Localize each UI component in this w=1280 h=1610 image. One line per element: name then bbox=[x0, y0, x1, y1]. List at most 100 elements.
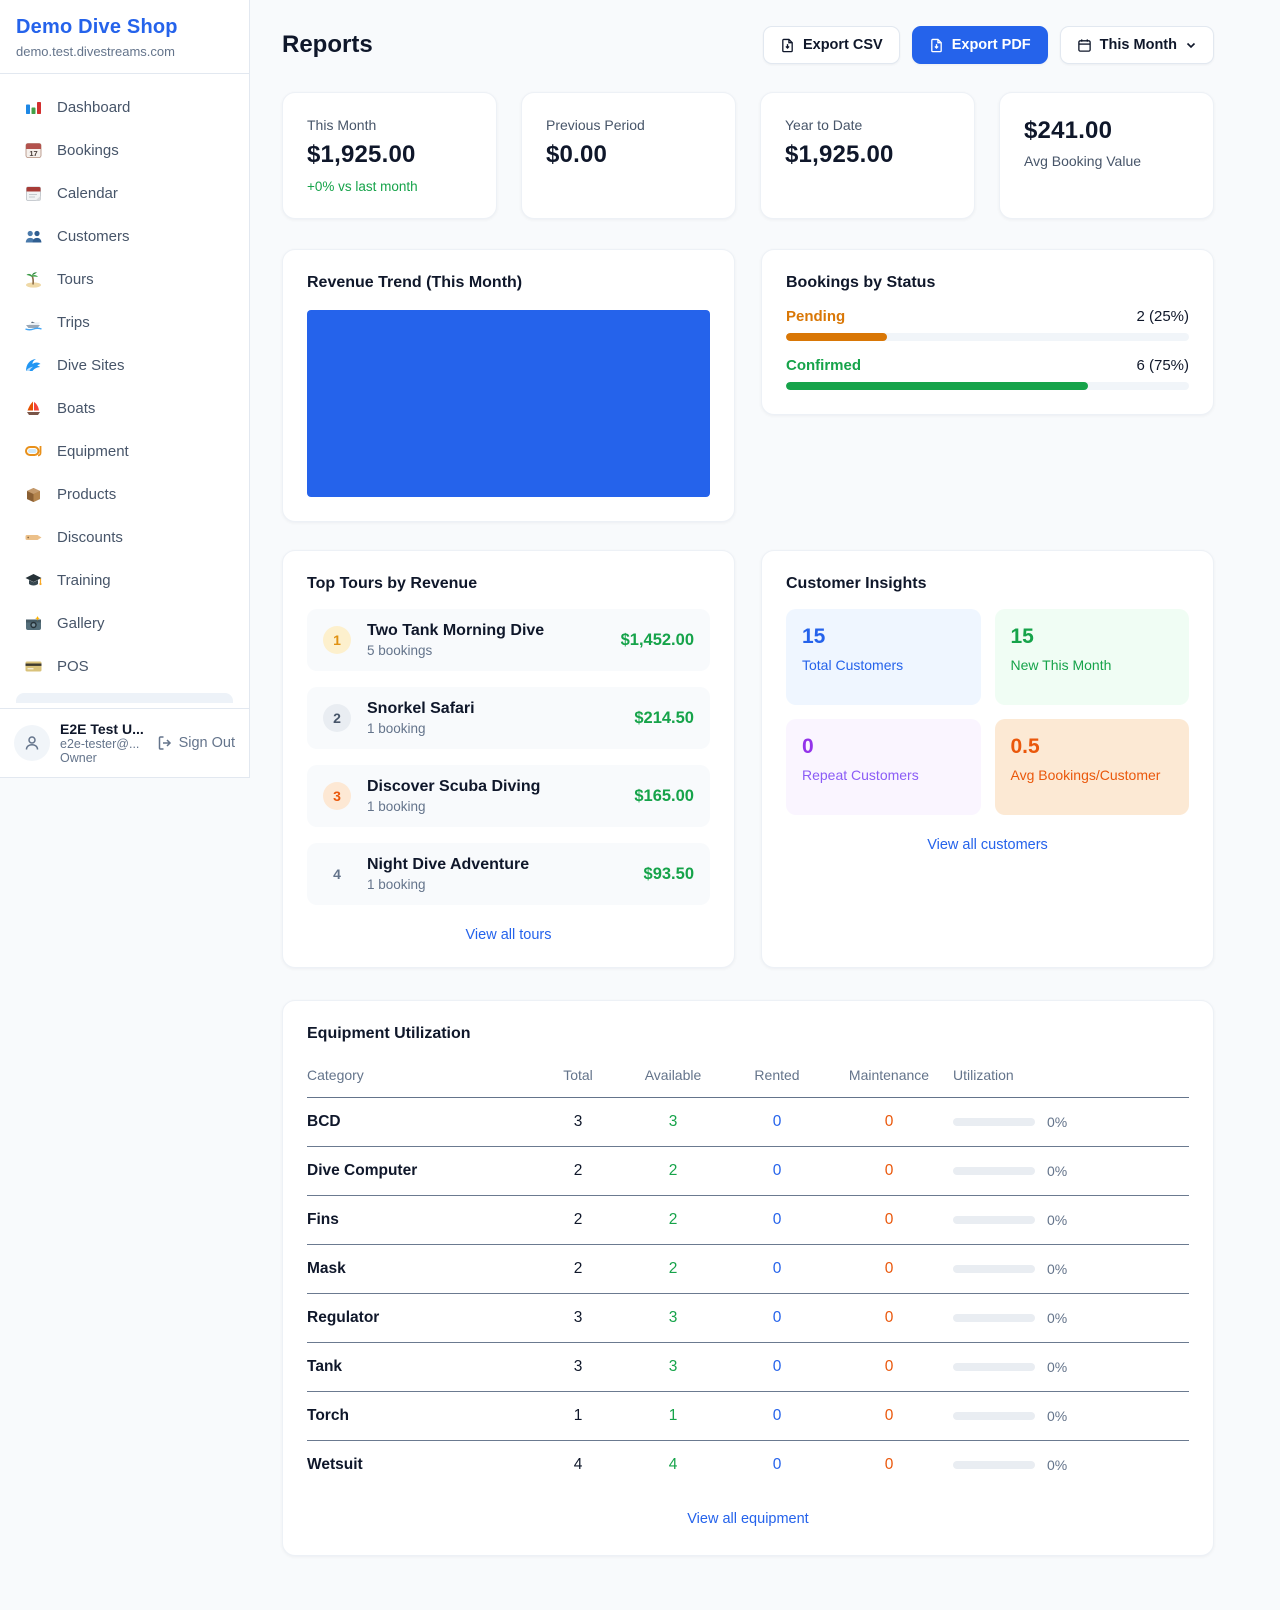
tour-row[interactable]: 1 Two Tank Morning Dive 5 bookings $1,45… bbox=[307, 609, 710, 671]
utilization-bar bbox=[953, 1412, 1035, 1420]
view-all-tours-link[interactable]: View all tours bbox=[307, 927, 710, 943]
sidebar-item-boats[interactable]: Boats bbox=[12, 387, 237, 430]
sidebar-item-discounts[interactable]: Discounts bbox=[12, 516, 237, 559]
col-utilization: Utilization bbox=[953, 1067, 1189, 1083]
sidebar-item-trips[interactable]: Trips bbox=[12, 301, 237, 344]
export-pdf-button[interactable]: Export PDF bbox=[912, 26, 1048, 64]
cell-utilization: 0% bbox=[953, 1359, 1189, 1375]
export-csv-button[interactable]: Export CSV bbox=[763, 26, 900, 64]
cell-maintenance: 0 bbox=[825, 1456, 953, 1474]
sign-out-icon bbox=[157, 735, 173, 751]
cell-available: 3 bbox=[617, 1358, 729, 1376]
customers-icon bbox=[24, 227, 43, 246]
tour-amount: $165.00 bbox=[634, 787, 694, 806]
table-row: Regulator 3 3 0 0 0% bbox=[307, 1294, 1189, 1343]
sidebar-item-label: Dashboard bbox=[57, 99, 130, 116]
sidebar-item-equipment[interactable]: Equipment bbox=[12, 430, 237, 473]
user-name: E2E Test U... bbox=[60, 721, 147, 737]
sidebar-item-reports-partial[interactable] bbox=[16, 693, 233, 703]
cell-utilization: 0% bbox=[953, 1163, 1189, 1179]
sidebar-item-tours[interactable]: Tours bbox=[12, 258, 237, 301]
sidebar-item-label: Discounts bbox=[57, 529, 123, 546]
tour-row[interactable]: 2 Snorkel Safari 1 booking $214.50 bbox=[307, 687, 710, 749]
avatar bbox=[14, 725, 50, 761]
view-all-equipment-link[interactable]: View all equipment bbox=[307, 1511, 1189, 1527]
cell-utilization: 0% bbox=[953, 1261, 1189, 1277]
sidebar-item-label: Customers bbox=[57, 228, 130, 245]
status-row-pending: Pending 2 (25%) bbox=[786, 308, 1189, 341]
cell-total: 2 bbox=[539, 1260, 617, 1278]
sidebar-item-gallery[interactable]: Gallery bbox=[12, 602, 237, 645]
table-row: Fins 2 2 0 0 0% bbox=[307, 1196, 1189, 1245]
tour-row[interactable]: 3 Discover Scuba Diving 1 booking $165.0… bbox=[307, 765, 710, 827]
sidebar-item-calendar[interactable]: Calendar bbox=[12, 172, 237, 215]
table-row: Torch 1 1 0 0 0% bbox=[307, 1392, 1189, 1441]
equipment-title: Equipment Utilization bbox=[307, 1025, 1189, 1043]
user-panel: E2E Test U... e2e-tester@... Owner Sign … bbox=[0, 708, 249, 777]
sidebar-item-bookings[interactable]: 17 Bookings bbox=[12, 129, 237, 172]
stat-value: $0.00 bbox=[546, 141, 711, 169]
period-dropdown[interactable]: This Month bbox=[1060, 26, 1214, 64]
stat-card-previous-period: Previous Period $0.00 bbox=[521, 92, 736, 219]
file-download-icon bbox=[929, 38, 944, 53]
utilization-bar bbox=[953, 1167, 1035, 1175]
view-all-customers-link[interactable]: View all customers bbox=[786, 837, 1189, 853]
sidebar-item-label: Boats bbox=[57, 400, 95, 417]
utilization-pct: 0% bbox=[1047, 1261, 1067, 1277]
insights-row: Top Tours by Revenue 1 Two Tank Morning … bbox=[282, 550, 1214, 968]
rank-badge: 2 bbox=[323, 704, 351, 732]
insight-tile-repeat-customers: 0 Repeat Customers bbox=[786, 719, 981, 815]
tour-amount: $1,452.00 bbox=[621, 631, 694, 650]
insight-tiles: 15 Total Customers 15 New This Month 0 R… bbox=[786, 609, 1189, 815]
rank-badge: 1 bbox=[323, 626, 351, 654]
customer-insights-title: Customer Insights bbox=[786, 575, 1189, 593]
tour-bookings: 1 booking bbox=[367, 877, 529, 892]
top-tours-title: Top Tours by Revenue bbox=[307, 575, 710, 593]
stat-card-year-to-date: Year to Date $1,925.00 bbox=[760, 92, 975, 219]
sidebar-item-dashboard[interactable]: Dashboard bbox=[12, 86, 237, 129]
sidebar-item-customers[interactable]: Customers bbox=[12, 215, 237, 258]
header-actions: Export CSV Export PDF This Month bbox=[763, 26, 1214, 64]
stat-card-avg-booking-value: $241.00 Avg Booking Value bbox=[999, 92, 1214, 219]
tile-value: 0 bbox=[802, 735, 965, 759]
tour-name: Two Tank Morning Dive bbox=[367, 622, 544, 640]
cell-category: Regulator bbox=[307, 1309, 539, 1327]
cell-available: 1 bbox=[617, 1407, 729, 1425]
status-bar-track bbox=[786, 333, 1189, 341]
stat-label: Previous Period bbox=[546, 117, 711, 133]
utilization-bar bbox=[953, 1461, 1035, 1469]
page-header: Reports Export CSV Export PDF This Month bbox=[282, 26, 1214, 64]
utilization-bar bbox=[953, 1118, 1035, 1126]
shop-domain: demo.test.divestreams.com bbox=[16, 44, 233, 59]
tile-label: Repeat Customers bbox=[802, 767, 965, 783]
tour-row[interactable]: 4 Night Dive Adventure 1 booking $93.50 bbox=[307, 843, 710, 905]
tour-rows: 1 Two Tank Morning Dive 5 bookings $1,45… bbox=[307, 609, 710, 905]
cell-available: 4 bbox=[617, 1456, 729, 1474]
svg-text:17: 17 bbox=[29, 149, 37, 158]
sidebar-item-pos[interactable]: POS bbox=[12, 645, 237, 688]
sidebar-item-label: Tours bbox=[57, 271, 94, 288]
cell-total: 2 bbox=[539, 1162, 617, 1180]
sidebar-item-dive-sites[interactable]: Dive Sites bbox=[12, 344, 237, 387]
cell-category: BCD bbox=[307, 1113, 539, 1131]
export-pdf-label: Export PDF bbox=[952, 37, 1031, 53]
insight-tile-total-customers: 15 Total Customers bbox=[786, 609, 981, 705]
table-row: Wetsuit 4 4 0 0 0% bbox=[307, 1441, 1189, 1489]
insight-tile-avg-bookings: 0.5 Avg Bookings/Customer bbox=[995, 719, 1190, 815]
main-content: Reports Export CSV Export PDF This Month… bbox=[250, 0, 1280, 1596]
utilization-bar bbox=[953, 1363, 1035, 1371]
cell-maintenance: 0 bbox=[825, 1260, 953, 1278]
calendar-icon bbox=[24, 184, 43, 203]
cell-total: 2 bbox=[539, 1211, 617, 1229]
sidebar-item-products[interactable]: Products bbox=[12, 473, 237, 516]
sidebar: Demo Dive Shop demo.test.divestreams.com… bbox=[0, 0, 250, 778]
sidebar-item-training[interactable]: Training bbox=[12, 559, 237, 602]
utilization-pct: 0% bbox=[1047, 1310, 1067, 1326]
revenue-trend-title: Revenue Trend (This Month) bbox=[307, 274, 710, 292]
cell-total: 1 bbox=[539, 1407, 617, 1425]
sidebar-item-label: Calendar bbox=[57, 185, 118, 202]
utilization-pct: 0% bbox=[1047, 1457, 1067, 1473]
stat-value: $1,925.00 bbox=[307, 141, 472, 169]
cell-total: 3 bbox=[539, 1113, 617, 1131]
sign-out-button[interactable]: Sign Out bbox=[157, 735, 235, 751]
